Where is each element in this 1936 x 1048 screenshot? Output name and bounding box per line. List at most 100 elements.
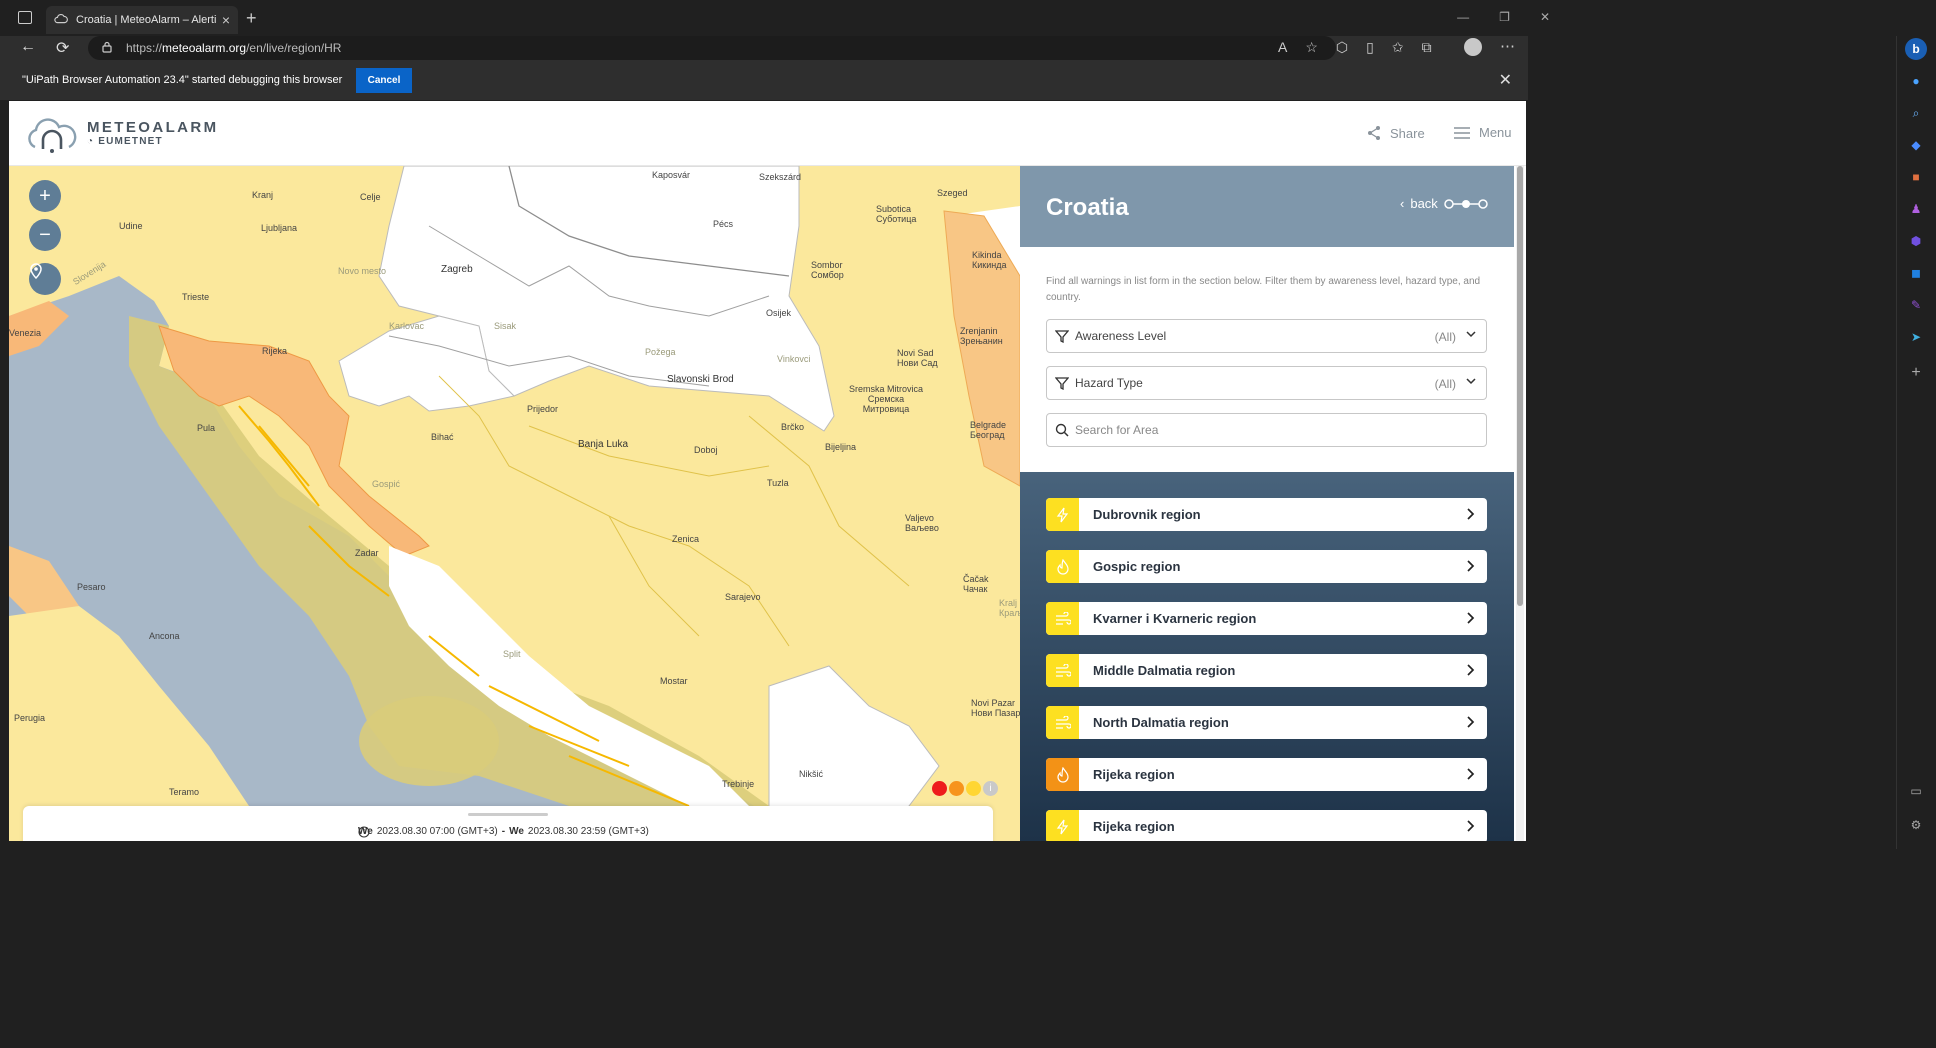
logo-title: METEOALARM: [87, 119, 219, 136]
map-label-trebinje: Trebinje: [722, 779, 755, 789]
time-range-bar[interactable]: We 2023.08.30 07:00 (GMT+3) - We 2023.08…: [23, 806, 993, 841]
page-scrollbar[interactable]: [1516, 166, 1524, 841]
settings-gear-icon[interactable]: ⚙: [1905, 814, 1927, 836]
shopping-tag-icon[interactable]: ◆: [1905, 134, 1927, 156]
map-label-venezia: Venezia: [9, 328, 42, 338]
info-icon[interactable]: i: [983, 781, 998, 796]
map-label-mostar: Mostar: [660, 676, 688, 686]
time-range: We 2023.08.30 07:00 (GMT+3) - We 2023.08…: [358, 826, 649, 838]
chevron-down-icon: [1466, 331, 1476, 338]
fire-icon: [1046, 550, 1079, 583]
map-label-subotica: Subotica Суботица: [876, 204, 917, 224]
map-label-pecs: Pécs: [713, 219, 734, 229]
favorite-star-icon[interactable]: ☆: [1305, 39, 1318, 56]
menu-button[interactable]: Menu: [1453, 125, 1512, 140]
collections-icon[interactable]: ⧉: [1422, 39, 1432, 56]
awareness-label: Awareness Level: [1075, 329, 1167, 343]
region-item[interactable]: Dubrovnik region: [1046, 498, 1487, 531]
filter-icon: [1055, 377, 1069, 390]
sidebar-layout-icon[interactable]: ▭: [1905, 780, 1927, 802]
chevron-right-icon: [1467, 768, 1475, 780]
chevron-right-icon: [1467, 612, 1475, 624]
map-label-kikinda: Kikinda Кикинда: [972, 250, 1007, 270]
fire-icon: [1046, 758, 1079, 791]
back-arrow-icon[interactable]: ←: [20, 38, 36, 56]
back-label: back: [1410, 196, 1438, 211]
sidebar-toggle-icon[interactable]: [18, 11, 32, 24]
games-icon[interactable]: ♟: [1905, 198, 1927, 220]
logo-subtitle-text: EUMETNET: [98, 136, 163, 147]
map-label-niksic: Nikšić: [799, 769, 823, 779]
favorites-icon[interactable]: ✩: [1392, 39, 1404, 56]
awareness-legend[interactable]: i: [932, 781, 998, 796]
outlook-icon[interactable]: ◼: [1905, 262, 1927, 284]
menu-label: Menu: [1479, 125, 1512, 140]
region-item[interactable]: North Dalmatia region: [1046, 706, 1487, 739]
new-tab-icon[interactable]: +: [246, 8, 257, 29]
share-button[interactable]: Share: [1366, 125, 1425, 141]
minimize-icon[interactable]: —: [1457, 10, 1469, 24]
tab-title: Croatia | MeteoAlarm – Alerting E: [76, 14, 216, 26]
profile-avatar[interactable]: [1464, 38, 1482, 56]
area-search-field[interactable]: Search for Area: [1046, 413, 1487, 447]
map-label-split: Split: [503, 649, 521, 659]
time-separator: -: [501, 826, 506, 837]
map-label-brcko: Brčko: [781, 422, 805, 432]
address-bar[interactable]: https://meteoalarm.org/en/live/region/HR: [88, 36, 1336, 60]
close-window-icon[interactable]: ✕: [1540, 10, 1550, 24]
office-icon[interactable]: ⬢: [1905, 230, 1927, 252]
hazard-type-filter[interactable]: Hazard Type (All): [1046, 366, 1487, 400]
site-header: METEOALARM ◔ EUMETNET Share Menu: [9, 101, 1526, 166]
restore-icon[interactable]: ❐: [1499, 10, 1510, 24]
notifications-icon[interactable]: ●: [1905, 70, 1927, 92]
region-item[interactable]: Rijeka region: [1046, 810, 1487, 841]
address-row: ← ⟳ https://meteoalarm.org/en/live/regio…: [0, 36, 1528, 60]
zoom-out-button[interactable]: −: [29, 219, 61, 251]
designer-icon[interactable]: ✎: [1905, 294, 1927, 316]
refresh-icon[interactable]: ⟳: [56, 38, 69, 58]
infobar-close-icon[interactable]: ✕: [1499, 70, 1512, 90]
tools-icon[interactable]: ■: [1905, 166, 1927, 188]
region-item[interactable]: Gospic region: [1046, 550, 1487, 583]
cancel-button[interactable]: Cancel: [356, 68, 412, 93]
filters-section: Find all warnings in list form in the se…: [1020, 247, 1514, 472]
meteoalarm-logo-icon[interactable]: [25, 115, 79, 155]
locate-button[interactable]: [29, 263, 61, 295]
legend-orange-dot: [949, 781, 964, 796]
warning-map[interactable]: Kaposvár Szekszárd Szeged Subotica Субот…: [9, 166, 1020, 841]
add-sidebar-icon[interactable]: +: [1905, 362, 1927, 384]
clock-icon: [358, 826, 370, 838]
scrollbar-thumb[interactable]: [1517, 166, 1523, 606]
share-icon: [1368, 126, 1380, 140]
region-name: Rijeka region: [1093, 767, 1175, 782]
map-canvas: [9, 166, 1020, 841]
map-label-banja-luka: Banja Luka: [578, 439, 629, 450]
tab-close-icon[interactable]: ×: [222, 12, 230, 28]
browser-tab[interactable]: Croatia | MeteoAlarm – Alerting E ×: [46, 6, 238, 34]
read-aloud-icon[interactable]: A: [1278, 39, 1287, 56]
zoom-in-button[interactable]: +: [29, 180, 61, 212]
web-page: METEOALARM ◔ EUMETNET Share Menu Kaposvá…: [9, 101, 1526, 841]
region-item[interactable]: Kvarner i Kvarneric region: [1046, 602, 1487, 635]
more-menu-icon[interactable]: ⋯: [1500, 37, 1515, 55]
map-label-novi-pazar: Novi Pazar Нови Пазар: [971, 698, 1020, 718]
wind-icon: [1046, 602, 1079, 635]
region-item[interactable]: Middle Dalmatia region: [1046, 654, 1487, 687]
map-label-teramo: Teramo: [169, 787, 200, 797]
region-item[interactable]: Rijeka region: [1046, 758, 1487, 791]
extensions-icon[interactable]: ⬡: [1336, 39, 1348, 56]
regions-list: Dubrovnik region Gospic region Kvarner i…: [1020, 472, 1514, 841]
awareness-level-filter[interactable]: Awareness Level (All): [1046, 319, 1487, 353]
map-label-slavonski-brod: Slavonski Brod: [667, 374, 734, 385]
logo-subtitle: ◔ EUMETNET: [87, 136, 163, 147]
back-button[interactable]: ‹ back: [1400, 196, 1488, 211]
region-name: Dubrovnik region: [1093, 507, 1201, 522]
bing-icon[interactable]: b: [1905, 38, 1927, 60]
region-name: Middle Dalmatia region: [1093, 663, 1236, 678]
split-screen-icon[interactable]: ▯: [1366, 39, 1374, 56]
send-icon[interactable]: ➤: [1905, 326, 1927, 348]
map-label-sisak: Sisak: [494, 321, 517, 331]
search-sidebar-icon[interactable]: ⌕: [1905, 102, 1927, 124]
chevron-right-icon: [1467, 508, 1475, 520]
drawer-grip[interactable]: [468, 813, 548, 816]
